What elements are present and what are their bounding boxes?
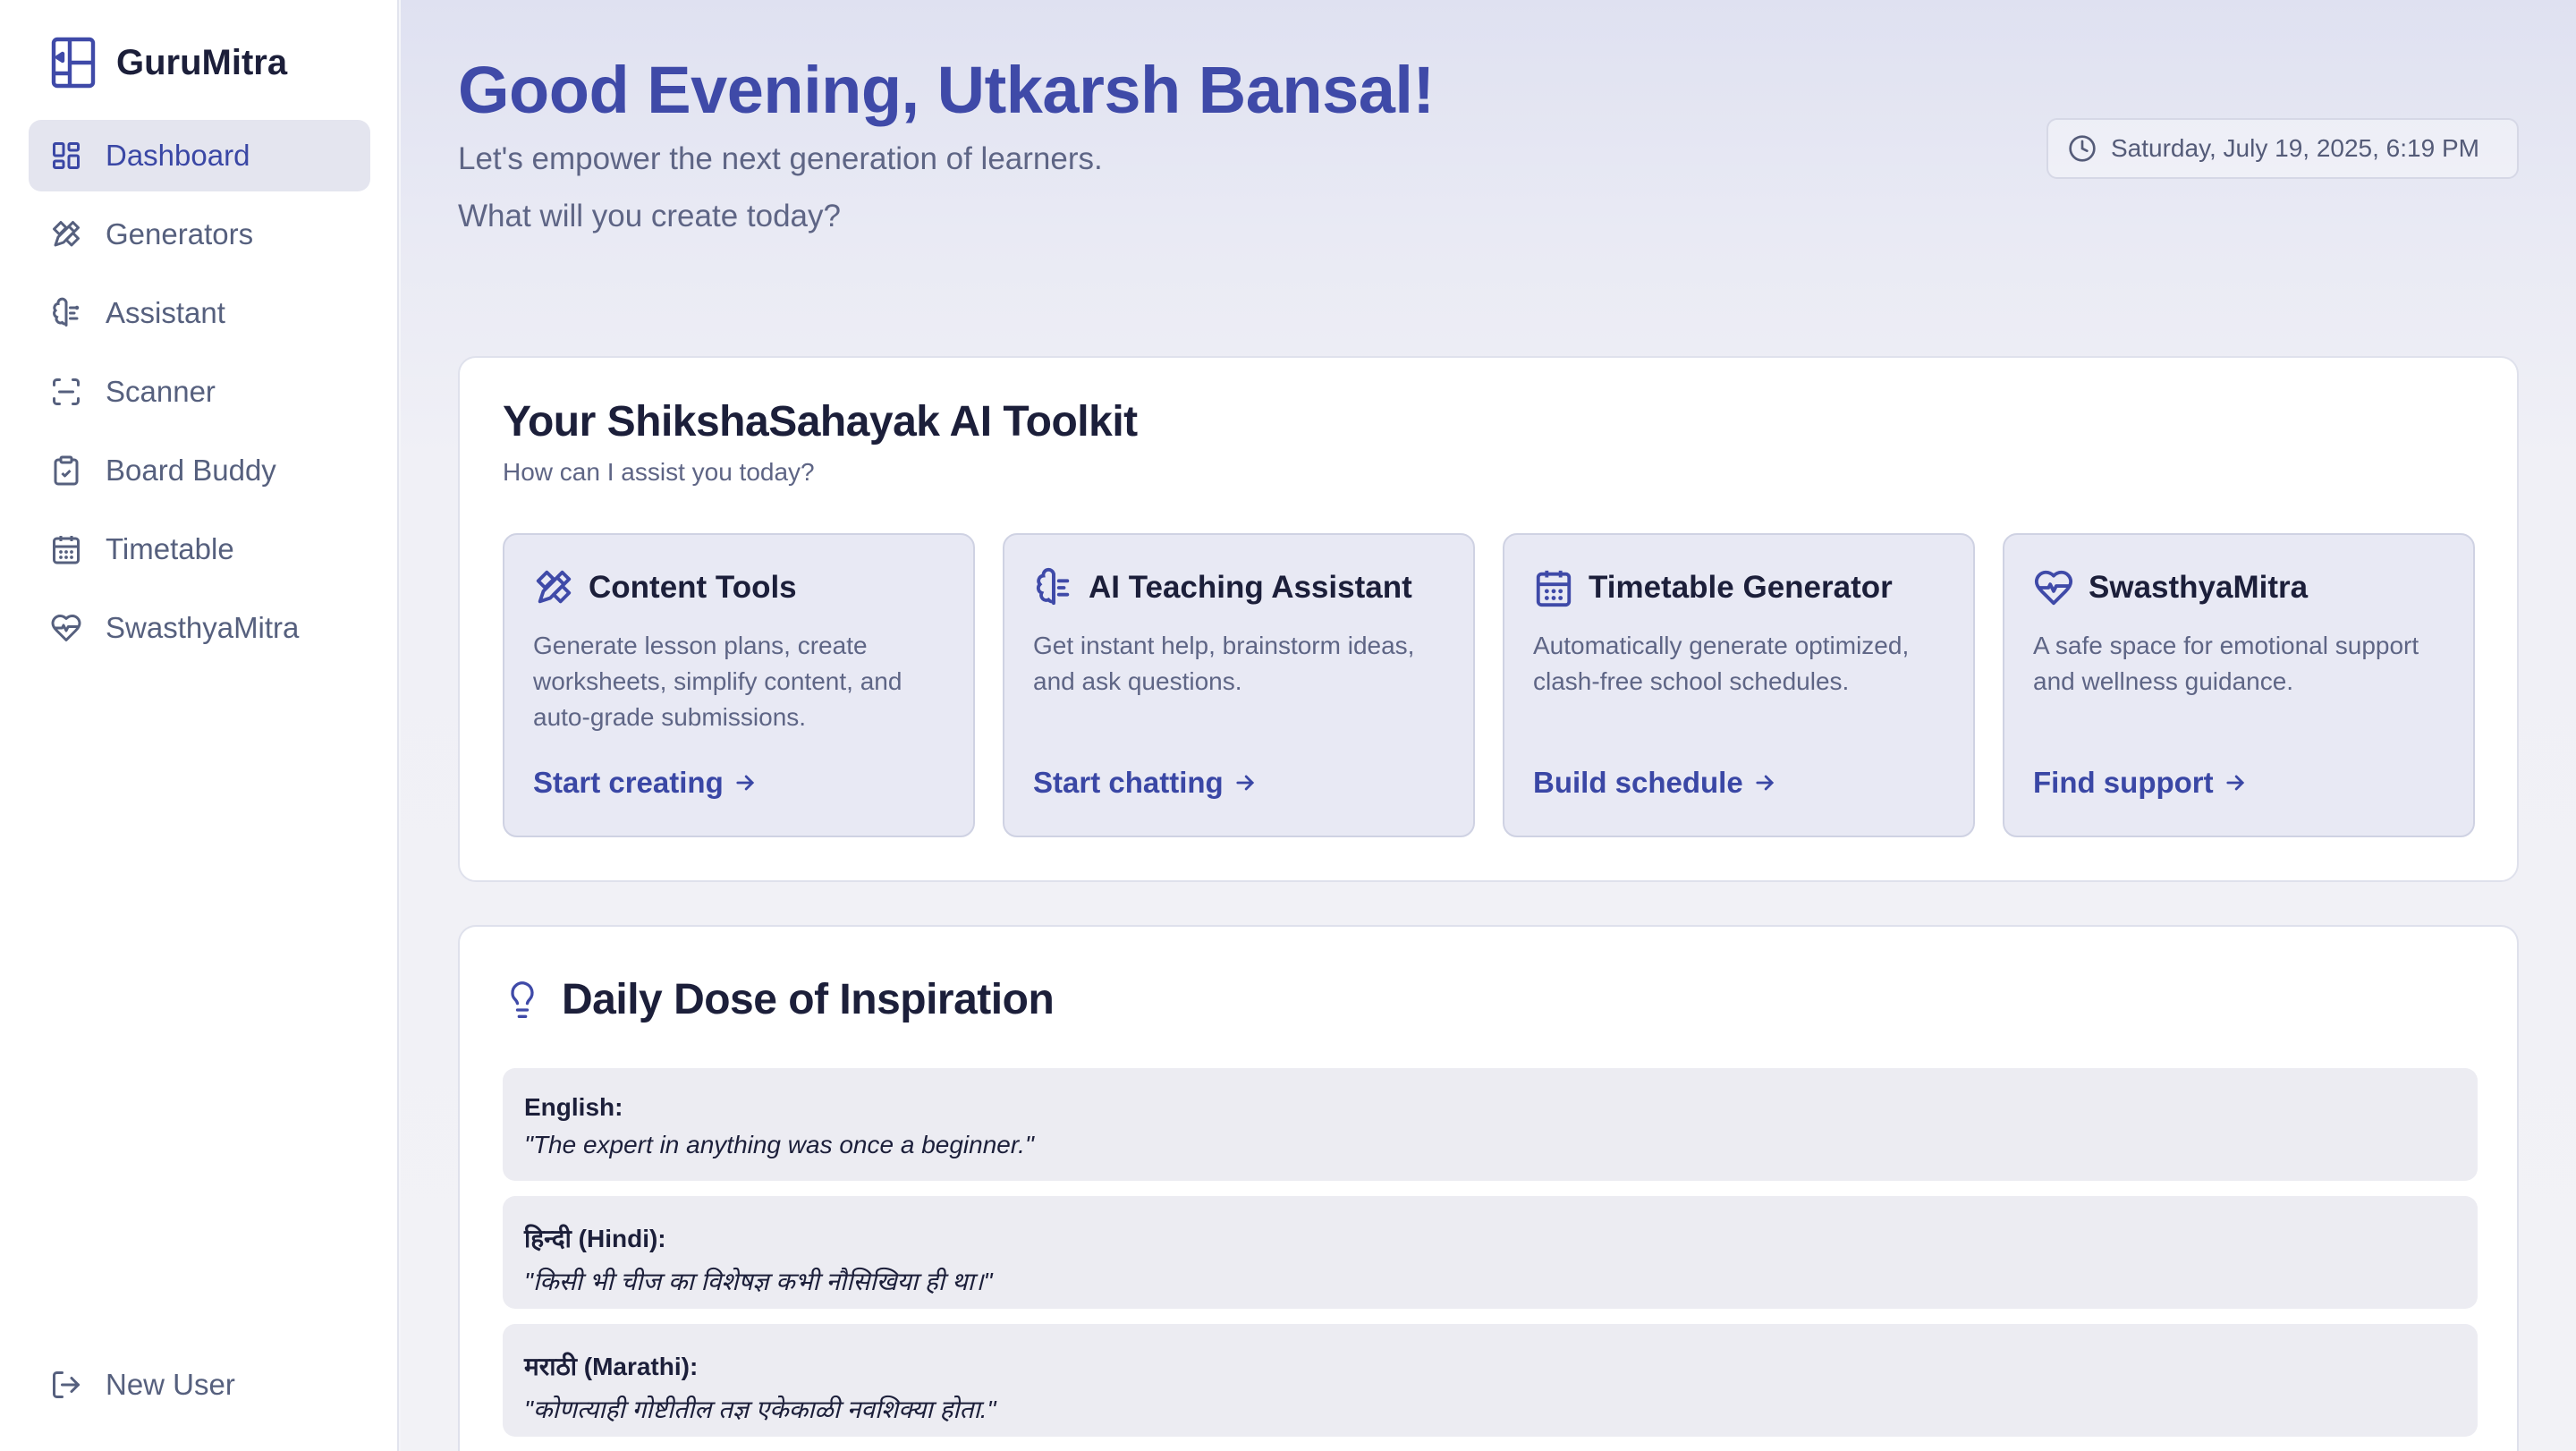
inspiration-header: Daily Dose of Inspiration <box>503 975 1055 1024</box>
heart-pulse-icon <box>51 615 81 641</box>
sidebar-item-label: Assistant <box>106 296 225 329</box>
tool-header: Content Tools <box>533 567 797 608</box>
logout-label: New User <box>106 1368 235 1401</box>
quote-language: English: <box>524 1093 623 1121</box>
calendar-icon <box>1536 570 1572 607</box>
tool-header: Timetable Generator <box>1533 567 1893 608</box>
quote-language: मराठी (Marathi): <box>524 1353 699 1380</box>
tool-title: AI Teaching Assistant <box>1089 570 1412 605</box>
tool-link-label: Start creating <box>533 766 724 799</box>
tool-title: Content Tools <box>589 570 797 605</box>
quote-language: हिन्दी (Hindi): <box>524 1225 666 1252</box>
sidebar-item-label: Board Buddy <box>106 454 276 487</box>
dashboard-icon <box>53 142 80 169</box>
calendar-icon <box>53 536 80 564</box>
sidebar-item-label: Scanner <box>106 375 216 408</box>
brand[interactable]: GuruMitra <box>50 34 287 91</box>
inspiration-card: Daily Dose of Inspiration English: "The … <box>458 925 2519 1451</box>
tool-card-swasthyamitra[interactable]: SwasthyaMitra A safe space for emotional… <box>2003 533 2475 837</box>
sidebar-item-label: Dashboard <box>106 139 250 172</box>
tool-card-content-tools[interactable]: Content Tools Generate lesson plans, cre… <box>503 533 975 837</box>
sidebar-item-timetable[interactable]: Timetable <box>29 513 370 585</box>
sidebar-item-label: SwasthyaMitra <box>106 611 300 644</box>
sidebar-item-assistant[interactable]: Assistant <box>29 277 370 349</box>
sidebar-item-dashboard[interactable]: Dashboard <box>29 120 370 191</box>
quote-text: "किसी भी चीज का विशेषज्ञ कभी नौसिखिया ही… <box>524 1268 993 1295</box>
tool-title: Timetable Generator <box>1589 570 1893 605</box>
arrow-right-icon <box>2226 775 2244 791</box>
pencil-ruler-icon <box>53 221 80 247</box>
find-support-link[interactable]: Find support <box>2033 766 2248 800</box>
clock-icon <box>2069 135 2096 162</box>
quote-text: "कोणत्याही गोष्टीतील तज्ञ एकेकाळी नवशिक्… <box>524 1396 996 1423</box>
page-subtitle-question: What will you create today? <box>458 199 841 233</box>
arrow-right-icon <box>736 775 754 791</box>
toolkit-title: Your ShikshaSahayak AI Toolkit <box>503 398 1138 445</box>
quote-text: "The expert in anything was once a begin… <box>524 1131 1034 1158</box>
page-subtitle: Let's empower the next generation of lea… <box>458 141 1103 176</box>
tool-description: A safe space for emotional support and w… <box>2033 632 2419 695</box>
sidebar: GuruMitra Dashboard Generators Assistant… <box>0 0 399 1451</box>
start-chatting-link[interactable]: Start chatting <box>1033 766 1258 800</box>
sidebar-item-generators[interactable]: Generators <box>29 199 370 270</box>
app-name: GuruMitra <box>116 42 288 82</box>
book-logo-icon <box>51 37 96 89</box>
arrow-right-icon <box>1236 775 1254 791</box>
arrow-right-icon <box>1756 775 1774 791</box>
tool-header: AI Teaching Assistant <box>1033 567 1412 608</box>
sidebar-item-swasthyamitra[interactable]: SwasthyaMitra <box>29 592 370 664</box>
quote-item-english: English: "The expert in anything was onc… <box>503 1068 2478 1181</box>
start-creating-link[interactable]: Start creating <box>533 766 758 800</box>
tool-header: SwasthyaMitra <box>2033 567 2308 608</box>
sidebar-item-board-buddy[interactable]: Board Buddy <box>29 435 370 506</box>
pencil-ruler-icon <box>536 570 572 604</box>
datetime-badge: Saturday, July 19, 2025, 6:19 PM <box>2046 118 2519 179</box>
inspiration-title: Daily Dose of Inspiration <box>562 976 1055 1023</box>
tool-description: Generate lesson plans, create worksheets… <box>533 632 902 731</box>
page-title: Good Evening, Utkarsh Bansal! <box>458 53 1435 127</box>
lightbulb-icon <box>511 980 534 1018</box>
scan-icon <box>53 378 80 405</box>
toolkit-subtitle: How can I assist you today? <box>503 458 815 486</box>
tool-link-label: Build schedule <box>1533 766 1743 799</box>
datetime-text: Saturday, July 19, 2025, 6:19 PM <box>2111 134 2479 162</box>
quote-item-hindi: हिन्दी (Hindi): "किसी भी चीज का विशेषज्ञ… <box>503 1196 2478 1309</box>
tool-title: SwasthyaMitra <box>2089 570 2309 605</box>
quote-item-marathi: मराठी (Marathi): "कोणत्याही गोष्टीतील तज… <box>503 1324 2478 1437</box>
clipboard-icon <box>54 455 79 486</box>
build-schedule-link[interactable]: Build schedule <box>1533 766 1777 800</box>
tool-link-label: Find support <box>2033 766 2214 799</box>
main-content: Good Evening, Utkarsh Bansal! Let's empo… <box>401 0 2576 1451</box>
toolkit-card: Your ShikshaSahayak AI Toolkit How can I… <box>458 356 2519 882</box>
tool-description: Automatically generate optimized, clash-… <box>1533 632 1910 695</box>
sidebar-item-label: Timetable <box>106 532 234 565</box>
heart-pulse-icon <box>2034 570 2073 606</box>
logout-icon <box>53 1371 80 1398</box>
tool-description: Get instant help, brainstorm ideas, and … <box>1033 632 1415 695</box>
tool-link-label: Start chatting <box>1033 766 1224 799</box>
sidebar-item-label: Generators <box>106 217 254 250</box>
logout-button[interactable]: New User <box>50 1358 235 1412</box>
brain-icon <box>1036 567 1070 606</box>
tool-card-ai-teaching-assistant[interactable]: AI Teaching Assistant Get instant help, … <box>1003 533 1475 837</box>
tool-card-timetable-generator[interactable]: Timetable Generator Automatically genera… <box>1503 533 1975 837</box>
brain-icon <box>53 297 80 327</box>
sidebar-nav: Dashboard Generators Assistant Scanner B… <box>29 120 370 671</box>
sidebar-item-scanner[interactable]: Scanner <box>29 356 370 428</box>
